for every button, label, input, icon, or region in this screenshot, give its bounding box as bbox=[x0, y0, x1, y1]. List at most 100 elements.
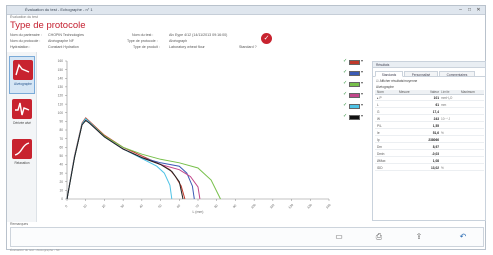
cell-name: Dmin bbox=[377, 152, 385, 156]
table-row[interactable]: IDD 13,02% bbox=[375, 166, 484, 171]
nav-relaxation-label: Relaxation bbox=[14, 161, 30, 165]
chevron-down-icon[interactable]: ▾ bbox=[361, 69, 363, 74]
table-row[interactable]: ØMax 1,08 bbox=[375, 159, 484, 164]
tab-personnalise[interactable]: Personnalisé bbox=[404, 71, 438, 77]
legend-item[interactable]: ✓ ▾ bbox=[343, 113, 371, 121]
product-type-value: Laboratory wheat flour bbox=[169, 45, 205, 49]
x-tick-label: 50 bbox=[157, 203, 162, 208]
chevron-down-icon[interactable]: ▾ bbox=[361, 58, 363, 63]
export-icon[interactable]: ⇪ bbox=[413, 232, 425, 242]
alveograph-icon bbox=[13, 60, 33, 80]
check-icon[interactable]: ✓ bbox=[343, 58, 347, 64]
check-icon[interactable]: ✓ bbox=[343, 113, 347, 119]
cell-value: 13,02 bbox=[431, 166, 439, 170]
protocol-type-value: Alvéograph bbox=[169, 39, 188, 43]
legend-item[interactable]: ✓ ▾ bbox=[343, 102, 371, 110]
cell-name: ▸ P bbox=[377, 96, 382, 100]
x-tick-label: 10 bbox=[82, 203, 87, 208]
table-row[interactable]: Ip 238066 bbox=[375, 138, 484, 143]
x-tick-label: 110 bbox=[269, 203, 276, 210]
check-icon[interactable]: ✓ bbox=[343, 69, 347, 75]
standard-check-icon: ✓ bbox=[261, 33, 272, 44]
cell-unit: mm bbox=[441, 103, 447, 107]
results-panel-header: Résultats bbox=[373, 62, 485, 68]
left-nav: Alvéographe Dérivée alvé Relaxation bbox=[7, 52, 37, 222]
legend-item[interactable]: ✓ ▾ bbox=[343, 69, 371, 77]
cell-name: Ip bbox=[377, 138, 380, 142]
table-row[interactable]: P/L 1,55 bbox=[375, 124, 484, 129]
cell-value: 61 bbox=[435, 103, 439, 107]
nav-relaxation[interactable]: Relaxation bbox=[9, 136, 35, 174]
y-tick-label: 130 bbox=[58, 85, 64, 89]
legend-item[interactable]: ✓ ▾ bbox=[343, 91, 371, 99]
cell-value: 8,97 bbox=[432, 145, 439, 149]
check-icon[interactable]: ✓ bbox=[343, 102, 347, 108]
results-panel: Résultats Standards Personnalisé Comment… bbox=[372, 61, 486, 221]
title-bar: Évaluation du test - Echographe - n° 1 ‒… bbox=[7, 6, 485, 15]
chevron-down-icon[interactable]: ▾ bbox=[361, 113, 363, 118]
chevron-down-icon[interactable]: ▾ bbox=[361, 102, 363, 107]
tab-standards[interactable]: Standards bbox=[375, 71, 403, 77]
series-line-5 bbox=[66, 118, 173, 200]
chevron-down-icon[interactable]: ▾ bbox=[361, 80, 363, 85]
legend-item[interactable]: ✓ ▾ bbox=[343, 80, 371, 88]
table-row[interactable]: Dm 8,97 bbox=[375, 145, 484, 150]
x-tick-label: 100 bbox=[250, 203, 257, 210]
legend-item[interactable]: ✓ ▾ bbox=[343, 58, 371, 66]
alveograph-chart: 0102030405060708090100110120130140150160… bbox=[58, 59, 332, 214]
y-tick-label: 150 bbox=[58, 68, 64, 72]
x-tick-label: 0 bbox=[64, 204, 68, 208]
cell-value: 1,08 bbox=[432, 159, 439, 163]
app-window: Évaluation du test - Echographe - n° 1 ‒… bbox=[6, 5, 486, 252]
results-panel-title: Résultats bbox=[376, 63, 390, 67]
cell-name: Dm bbox=[377, 145, 382, 149]
cell-name: W bbox=[377, 117, 381, 121]
minimize-icon[interactable]: ‒ bbox=[456, 7, 465, 13]
x-tick-label: 120 bbox=[288, 203, 295, 210]
cell-name: ØMax bbox=[377, 159, 386, 163]
table-row[interactable]: Ie 51,6% bbox=[375, 131, 484, 136]
maximize-icon[interactable]: □ bbox=[465, 7, 474, 13]
y-tick-label: 110 bbox=[58, 102, 63, 106]
check-icon[interactable]: ✓ bbox=[343, 80, 347, 86]
derivative-icon bbox=[12, 99, 32, 119]
cell-name: IDD bbox=[377, 166, 383, 170]
cell-unit: % bbox=[441, 166, 444, 170]
y-tick-label: 80 bbox=[59, 128, 63, 132]
tab-commentaires[interactable]: Commentaires bbox=[439, 71, 475, 77]
product-type-label: Type de produit : bbox=[133, 45, 160, 49]
table-row[interactable]: W 243 10⁻⁴ J bbox=[375, 117, 484, 122]
check-icon[interactable]: ✓ bbox=[343, 91, 347, 97]
cell-unit: mmH₂O bbox=[441, 96, 453, 100]
x-tick-label: 130 bbox=[306, 203, 313, 210]
show-results-checkbox[interactable]: ☑ Afficher résultats/moyenne bbox=[376, 79, 417, 83]
y-tick-label: 30 bbox=[59, 171, 63, 175]
table-row[interactable]: L 61 mm bbox=[375, 103, 484, 108]
table-row[interactable]: Dmin -0,03 bbox=[375, 152, 484, 157]
x-tick-label: 30 bbox=[120, 203, 125, 208]
legend-swatch bbox=[349, 82, 360, 87]
y-tick-label: 120 bbox=[58, 94, 64, 98]
y-tick-label: 60 bbox=[59, 145, 63, 149]
chevron-down-icon[interactable]: ▾ bbox=[361, 91, 363, 96]
col-limite: Limite bbox=[441, 90, 450, 94]
hydration-value: Constant Hydration bbox=[48, 45, 79, 49]
results-section-title: Alvéographe bbox=[376, 85, 394, 89]
save-icon[interactable]: ▭ bbox=[333, 232, 345, 242]
nav-alveograph[interactable]: Alvéographe bbox=[9, 56, 35, 94]
y-tick-label: 0 bbox=[61, 197, 63, 201]
print-icon[interactable]: ⎙ bbox=[373, 232, 385, 242]
table-row[interactable]: ▸ P 101 mmH₂O bbox=[375, 96, 484, 101]
undo-icon[interactable]: ↶ bbox=[457, 232, 469, 242]
x-tick-label: 80 bbox=[213, 203, 218, 208]
x-tick-label: 60 bbox=[176, 203, 181, 208]
legend-swatch bbox=[349, 60, 360, 65]
cell-value: 101 bbox=[433, 96, 439, 100]
window-title: Évaluation du test - Echographe - n° 1 bbox=[25, 7, 93, 12]
x-axis-label: L (mm) bbox=[193, 210, 204, 214]
close-icon[interactable]: ✕ bbox=[474, 7, 483, 13]
legend-swatch bbox=[349, 71, 360, 76]
y-tick-label: 70 bbox=[59, 137, 63, 141]
table-row[interactable]: G 17,4 bbox=[375, 110, 484, 115]
nav-derivative[interactable]: Dérivée alvé bbox=[9, 96, 35, 134]
